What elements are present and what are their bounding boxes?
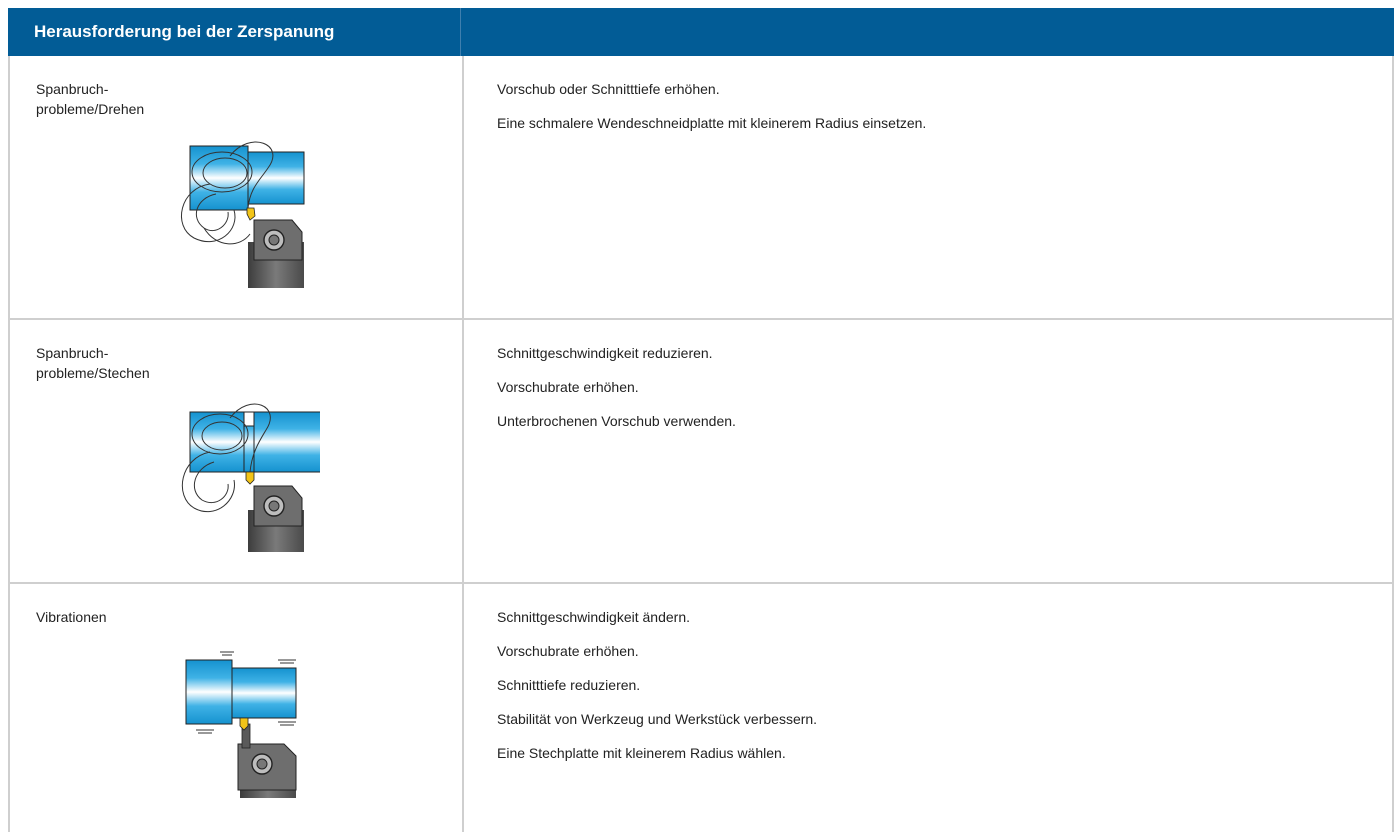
action-item: Schnittgeschwindigkeit reduzieren. <box>497 345 713 361</box>
action-list: Schnittgeschwindigkeit reduzieren. Vorsc… <box>497 343 736 445</box>
table-row: Vibrationen Schnittgeschwindigkeit änder… <box>8 584 1394 832</box>
action-item: Vorschubrate erhöhen. <box>497 379 639 395</box>
table-row: Spanbruch- probleme/Drehen Vorschub oder… <box>8 56 1394 320</box>
action-list: Schnittgeschwindigkeit ändern. Vorschubr… <box>497 607 817 777</box>
vibration-icon <box>185 651 297 798</box>
header-divider <box>460 8 461 56</box>
action-list: Vorschub oder Schnitttiefe erhöhen. Eine… <box>497 79 926 147</box>
table-row: Spanbruch- probleme/Stechen Schnittgesch… <box>8 320 1394 584</box>
table-header: Herausforderung bei der Zerspanung <box>8 8 1394 56</box>
action-item: Eine Stechplatte mit kleinerem Radius wä… <box>497 745 786 761</box>
header-title: Herausforderung bei der Zerspanung <box>34 22 335 41</box>
troubleshooting-table: Herausforderung bei der Zerspanung Spanb… <box>8 8 1394 832</box>
action-item: Vorschubrate erhöhen. <box>497 643 639 659</box>
challenge-label: Spanbruch- probleme/Drehen <box>36 81 145 117</box>
action-item: Unterbrochenen Vorschub verwenden. <box>497 413 736 429</box>
grooving-chip-breaking-icon <box>181 403 320 552</box>
column-divider <box>462 56 464 318</box>
action-item: Schnitttiefe reduzieren. <box>497 677 641 693</box>
turning-chip-breaking-icon <box>180 141 305 288</box>
action-item: Eine schmalere Wendeschneidplatte mit kl… <box>497 115 927 131</box>
challenge-label: Vibrationen <box>36 609 107 625</box>
action-item: Schnittgeschwindigkeit ändern. <box>497 609 691 625</box>
column-divider <box>462 584 464 832</box>
action-item: Vorschub oder Schnitttiefe erhöhen. <box>497 81 720 97</box>
column-divider <box>462 320 464 582</box>
action-item: Stabilität von Werkzeug und Werkstück ve… <box>497 711 818 727</box>
challenge-label: Spanbruch- probleme/Stechen <box>36 345 150 381</box>
